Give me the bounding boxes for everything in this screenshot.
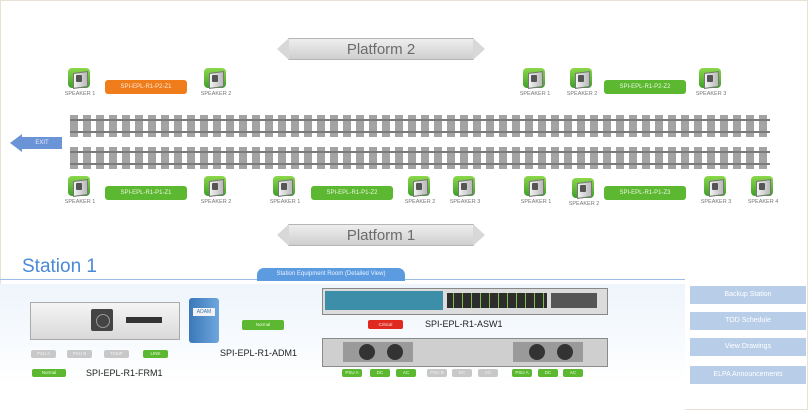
platform-2-banner[interactable]: Platform 2 bbox=[277, 38, 485, 60]
ps-port-6: AC bbox=[478, 369, 498, 377]
asw-device-image[interactable] bbox=[322, 288, 608, 315]
station-title: Station 1 bbox=[22, 256, 97, 277]
ps-port-4: PSU B bbox=[427, 369, 447, 377]
speaker-icon bbox=[699, 68, 723, 90]
exit-label: EXIT bbox=[22, 137, 62, 149]
speaker-p1-z3-4[interactable]: SPEAKER 4 bbox=[733, 176, 793, 205]
speaker-label: SPEAKER 4 bbox=[747, 199, 779, 205]
zone-p1-z2[interactable]: SPI-EPL-R1-P1-Z2 bbox=[311, 186, 393, 200]
ps-port-5: DC bbox=[452, 369, 472, 377]
ports-icon bbox=[447, 293, 547, 308]
brand-badge bbox=[126, 317, 162, 323]
speaker-icon bbox=[204, 68, 228, 90]
brand-badge: ADAM bbox=[193, 308, 215, 316]
speaker-icon bbox=[524, 176, 548, 198]
speaker-label: SPEAKER 1 bbox=[64, 91, 96, 97]
backup-station-button[interactable]: Backup Station bbox=[690, 286, 806, 304]
speaker-label: SPEAKER 1 bbox=[269, 199, 301, 205]
speaker-label: SPEAKER 2 bbox=[200, 91, 232, 97]
speaker-p2-z1-2[interactable]: SPEAKER 2 bbox=[186, 68, 246, 97]
zone-p1-z3[interactable]: SPI-EPL-R1-P1-Z3 bbox=[604, 186, 686, 200]
speaker-label: SPEAKER 1 bbox=[64, 199, 96, 205]
speaker-label: SPEAKER 3 bbox=[695, 91, 727, 97]
tod-schedule-button[interactable]: TOD Schedule bbox=[690, 312, 806, 330]
frm-port-link: LINK bbox=[143, 350, 168, 358]
zone-p2-z2[interactable]: SPI-EPL-R1-P2-Z2 bbox=[604, 80, 686, 94]
speaker-p1-z1-2[interactable]: SPEAKER 2 bbox=[186, 176, 246, 205]
adm-device-name: SPI-EPL-R1-ADM1 bbox=[220, 348, 298, 358]
speaker-icon bbox=[453, 176, 477, 198]
power-shelf-image[interactable] bbox=[322, 338, 608, 367]
ps-port-3: AC bbox=[396, 369, 416, 377]
speaker-p1-z2-3[interactable]: SPEAKER 3 bbox=[435, 176, 495, 205]
adm-status-badge[interactable]: Normal bbox=[242, 320, 284, 330]
speaker-p2-z2-3[interactable]: SPEAKER 3 bbox=[681, 68, 741, 97]
speaker-icon bbox=[572, 178, 596, 200]
fan-icon bbox=[359, 344, 375, 360]
tab-equipment-room[interactable]: Station Equipment Room (Detailed View) bbox=[257, 268, 405, 281]
speaker-icon bbox=[273, 176, 297, 198]
frm-port-psu-b: PSU B bbox=[67, 350, 92, 358]
frm-device-name: SPI-EPL-R1-FRM1 bbox=[86, 368, 163, 378]
speaker-label: SPEAKER 2 bbox=[200, 199, 232, 205]
speaker-p2-z2-2[interactable]: SPEAKER 2 bbox=[552, 68, 612, 97]
ps-port-2: DC bbox=[370, 369, 390, 377]
speaker-p1-z1-1[interactable]: SPEAKER 1 bbox=[50, 176, 110, 205]
fan-icon bbox=[557, 344, 573, 360]
speaker-icon bbox=[408, 176, 432, 198]
fan-icon bbox=[387, 344, 403, 360]
zone-p1-z1[interactable]: SPI-EPL-R1-P1-Z1 bbox=[105, 186, 187, 200]
frm-port-temp: TEMP bbox=[104, 350, 129, 358]
speaker-icon bbox=[204, 176, 228, 198]
arrow-left-icon bbox=[10, 134, 22, 152]
fan-icon bbox=[91, 309, 113, 331]
ps-port-9: AC bbox=[563, 369, 583, 377]
zone-p2-z1[interactable]: SPI-EPL-R1-P2-Z1 bbox=[105, 80, 187, 94]
speaker-icon bbox=[68, 176, 92, 198]
ps-port-7: PSU A bbox=[512, 369, 532, 377]
speaker-label: SPEAKER 2 bbox=[566, 91, 598, 97]
asw-status-badge[interactable]: Critical bbox=[368, 320, 403, 329]
frm-port-psu-a: PSU A bbox=[31, 350, 56, 358]
view-drawings-button[interactable]: View Drawings bbox=[690, 338, 806, 356]
ps-port-8: DC bbox=[538, 369, 558, 377]
asw-device-name: SPI-EPL-R1-ASW1 bbox=[425, 319, 503, 329]
track-upper bbox=[70, 111, 770, 141]
ps-port-1: PSU A bbox=[342, 369, 362, 377]
elpa-announcements-button[interactable]: ELPA Announcements bbox=[690, 366, 806, 384]
speaker-icon bbox=[523, 68, 547, 90]
speaker-icon bbox=[68, 68, 92, 90]
frm-status-badge[interactable]: Normal bbox=[32, 369, 66, 377]
speaker-label: SPEAKER 2 bbox=[568, 201, 600, 207]
frm-device-image[interactable] bbox=[30, 302, 180, 340]
platform-1-banner[interactable]: Platform 1 bbox=[277, 224, 485, 246]
speaker-p2-z1-1[interactable]: SPEAKER 1 bbox=[50, 68, 110, 97]
speaker-p1-z2-1[interactable]: SPEAKER 1 bbox=[255, 176, 315, 205]
speaker-icon bbox=[704, 176, 728, 198]
speaker-label: SPEAKER 3 bbox=[449, 199, 481, 205]
track-lower bbox=[70, 143, 770, 173]
fan-icon bbox=[529, 344, 545, 360]
exit-arrow[interactable]: EXIT bbox=[10, 134, 62, 152]
adm-device-image[interactable]: ADAM bbox=[189, 298, 219, 343]
speaker-icon bbox=[570, 68, 594, 90]
speaker-icon bbox=[751, 176, 775, 198]
